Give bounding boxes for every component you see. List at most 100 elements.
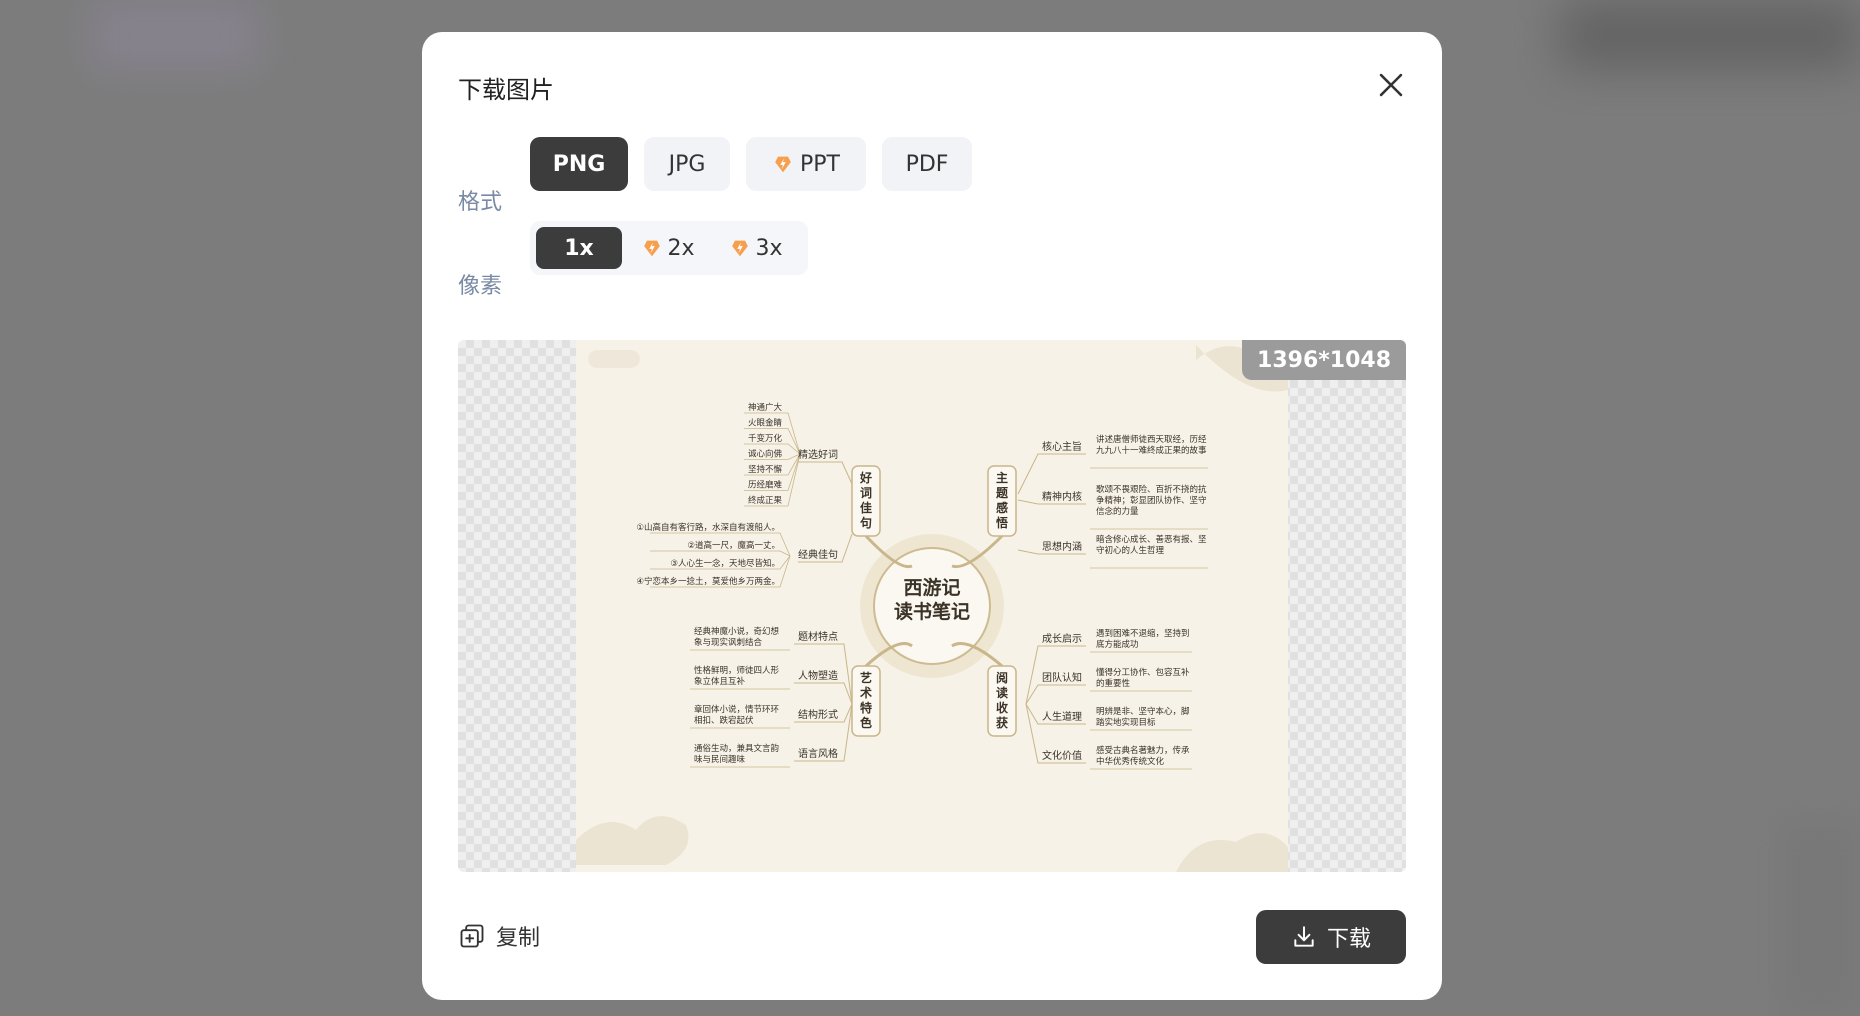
close-button[interactable] <box>1374 68 1408 102</box>
keyword-item: 终成正果 <box>748 495 783 506</box>
detail-text: 踏实地实现目标 <box>1096 717 1156 728</box>
vip-lightning-icon <box>732 240 749 257</box>
format-option-jpg[interactable]: JPG <box>644 137 730 191</box>
detail-text: 暗含修心成长、善恶有报、坚 <box>1096 534 1207 545</box>
cloud-decoration <box>1176 833 1288 872</box>
pixel-label: 像素 <box>458 274 503 299</box>
pixel-option-label: 2x <box>667 235 695 261</box>
background-blur <box>1560 0 1860 70</box>
download-label: 下载 <box>1326 927 1371 952</box>
dialog-title: 下载图片 <box>458 76 554 104</box>
mindmap-nodes: 西游记读书笔记 好词佳句艺术特色 主题感悟阅读收获 神通广大火眼金睛千变万化诚心向佛坚… <box>636 402 1207 767</box>
keyword-item: 诚心向佛 <box>748 449 783 460</box>
format-option-label: PDF <box>905 151 949 177</box>
center-title: 读书笔记 <box>894 600 970 623</box>
branch-title-char: 感 <box>996 500 1008 515</box>
pixel-options: 1x 2x 3x <box>530 221 808 275</box>
sub-connector <box>1017 453 1086 495</box>
detail-text: 感受古典名著魅力，传承 <box>1096 745 1190 756</box>
pixel-option-label: 3x <box>755 235 783 261</box>
background-blur <box>1780 820 1860 1016</box>
sub-label: 精选好词 <box>798 448 838 461</box>
detail-text: 经典神魔小说，奇幻想 <box>694 626 780 637</box>
download-icon <box>1294 926 1314 947</box>
detail-text: 相扣、跌宕起伏 <box>694 715 754 726</box>
copy-icon <box>460 924 484 948</box>
pixel-option-label: 1x <box>564 235 594 261</box>
image-size-badge: 1396*1048 <box>1242 340 1406 380</box>
format-option-label: PPT <box>800 151 840 177</box>
branch-title-char: 特 <box>860 700 872 715</box>
cloud-decoration <box>576 816 689 865</box>
branch-title-char: 好 <box>859 470 872 485</box>
sub-label: 核心主旨 <box>1042 440 1082 453</box>
detail-text: 象与现实讽刺结合 <box>694 637 763 648</box>
quote-item: ②道高一尺，魔高一丈。 <box>687 540 780 551</box>
sub-label: 结构形式 <box>798 708 838 721</box>
copy-label: 复制 <box>496 926 541 951</box>
format-option-label: PNG <box>552 151 606 177</box>
quote-item: ①山高自有客行路，水深自有渡船人。 <box>636 522 780 533</box>
image-preview: 西游记 读书笔记 好词佳句艺术特色 主题感悟阅读收获 神通广大 火眼金睛 千变万化 诚心向佛坚… <box>458 340 1406 872</box>
sub-label: 人物塑造 <box>798 669 838 682</box>
download-image-dialog: 下载图片 格式 PNG JPG PPT PDF 像素 1x 2x 3x 西游记 … <box>422 32 1442 1000</box>
vip-lightning-icon <box>644 240 661 257</box>
sub-label: 团队认知 <box>1042 671 1082 684</box>
sub-connector <box>1025 684 1086 705</box>
format-option-png[interactable]: PNG <box>530 137 628 191</box>
detail-text: 通俗生动，兼具文言韵 <box>694 743 779 754</box>
detail-text: 九九八十一难终成正果的故事 <box>1096 445 1207 456</box>
sub-label: 人生道理 <box>1042 710 1082 723</box>
branch-title-char: 色 <box>860 715 872 730</box>
detail-text: 歌颂不畏艰险、百折不挠的抗 <box>1096 484 1207 495</box>
download-button[interactable]: 下载 <box>1256 910 1406 964</box>
keyword-item: 历经磨难 <box>748 480 783 491</box>
mindmap-preview-image: 西游记 读书笔记 好词佳句艺术特色 主题感悟阅读收获 神通广大 火眼金睛 千变万化 诚心向佛坚… <box>576 340 1288 872</box>
sub-label: 经典佳句 <box>798 548 838 561</box>
pixel-option-3x[interactable]: 3x <box>714 227 798 269</box>
format-label: 格式 <box>458 190 503 215</box>
branch-title-char: 术 <box>859 685 872 700</box>
branch-title-char: 读 <box>996 685 1008 700</box>
branch-title-char: 阅 <box>996 670 1008 685</box>
format-options: PNG JPG PPT PDF <box>530 137 972 191</box>
center-title: 西游记 <box>903 576 960 599</box>
format-option-pdf[interactable]: PDF <box>882 137 972 191</box>
keyword-item: 火眼金睛 <box>748 418 783 429</box>
branch-title-char: 收 <box>996 700 1008 715</box>
vip-lightning-icon <box>775 156 791 173</box>
sub-label: 题材特点 <box>798 630 838 643</box>
detail-text: 味与民间趣味 <box>694 754 746 765</box>
detail-text: 象立体且互补 <box>694 676 746 687</box>
sub-label: 成长启示 <box>1042 632 1082 645</box>
keyword-item: 坚持不懈 <box>748 464 783 475</box>
branch-title-char: 获 <box>995 715 1008 730</box>
detail-text: 争精神；彰显团队协作、坚守 <box>1096 495 1207 506</box>
mindmap-canvas: 西游记读书笔记 好词佳句艺术特色 主题感悟阅读收获 神通广大火眼金睛千变万化诚心向佛坚… <box>576 345 1288 872</box>
pixel-option-2x[interactable]: 2x <box>626 227 710 269</box>
branch-title-char: 艺 <box>860 670 872 685</box>
sub-label: 思想内涵 <box>1042 540 1082 553</box>
detail-text: 章回体小说，情节环环 <box>694 704 780 715</box>
detail-text: 中华优秀传统文化 <box>1096 756 1165 767</box>
close-icon <box>1379 73 1403 97</box>
keyword-item: 神通广大 <box>748 402 783 413</box>
keyword-item: 千变万化 <box>748 433 783 444</box>
branch-title-char: 词 <box>860 486 872 500</box>
background-blur <box>90 0 260 70</box>
sub-connector <box>794 682 853 705</box>
detail-text: 明辨是非、坚守本心，脚 <box>1096 706 1190 717</box>
pixel-option-1x[interactable]: 1x <box>536 227 622 269</box>
detail-text: 讲述唐僧师徒西天取经，历经 <box>1096 434 1207 445</box>
sub-label: 精神内核 <box>1042 490 1082 503</box>
sub-connector <box>798 461 853 485</box>
sub-label: 文化价值 <box>1042 749 1082 762</box>
format-option-label: JPG <box>668 151 706 177</box>
detail-text: 守初心的人生哲理 <box>1096 545 1165 556</box>
copy-button[interactable]: 复制 <box>458 920 540 952</box>
branch-title-char: 主 <box>996 470 1008 485</box>
detail-text: 信念的力量 <box>1096 506 1139 517</box>
detail-text: 的重要性 <box>1096 678 1131 689</box>
format-option-ppt[interactable]: PPT <box>746 137 866 191</box>
quote-item: ④宁恋本乡一捻土，莫爱他乡万两金。 <box>636 576 780 587</box>
